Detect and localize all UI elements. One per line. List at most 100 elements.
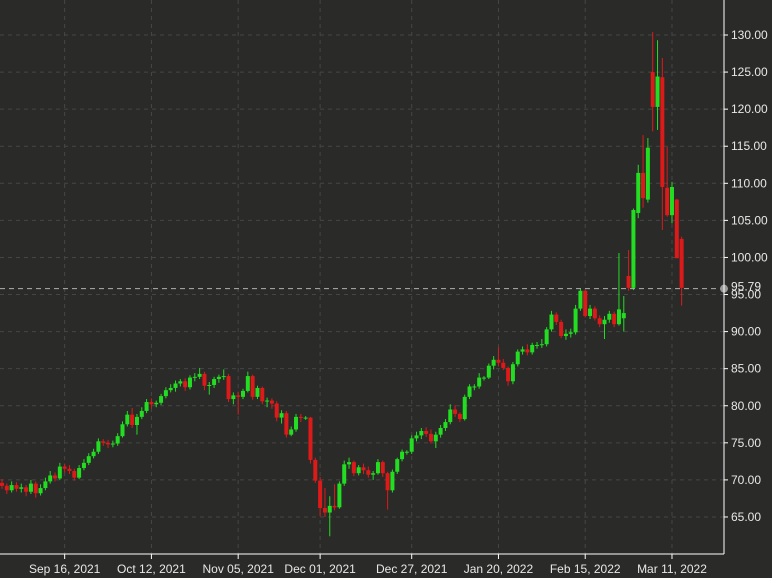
candle-body [28, 483, 33, 492]
candle-body [134, 416, 139, 426]
candle-body [183, 381, 188, 388]
candle-down [313, 457, 318, 483]
candle-body [559, 321, 564, 337]
candle-body [318, 480, 323, 509]
candle-body [236, 395, 241, 397]
x-tick-label: Sep 16, 2021 [29, 562, 101, 576]
candle-body [510, 364, 515, 382]
candle-body [332, 505, 337, 508]
candle-body [443, 422, 448, 428]
candle-body [472, 386, 477, 388]
candle-body [616, 309, 621, 325]
y-tick-label: 95.00 [731, 288, 761, 302]
candle-body [337, 483, 342, 508]
candle-body [226, 376, 231, 400]
y-tick-label: 130.00 [731, 28, 768, 42]
candle-body [506, 367, 511, 382]
candle-body [433, 434, 438, 442]
candle-body [0, 482, 4, 486]
candle-down [226, 373, 231, 403]
candle-body [115, 436, 120, 444]
y-tick-label: 125.00 [731, 65, 768, 79]
candle-body [77, 468, 82, 478]
x-tick-label: Nov 05, 2021 [202, 562, 274, 576]
y-tick-label: 70.00 [731, 473, 761, 487]
x-tick-label: Dec 01, 2021 [284, 562, 356, 576]
candle-body [602, 319, 607, 325]
candle-body [106, 442, 111, 445]
candle-body [641, 172, 646, 199]
candle-body [428, 433, 433, 442]
candle-body [409, 438, 414, 452]
candle-body [592, 308, 597, 319]
candle-body [178, 381, 183, 384]
candle-body [636, 172, 641, 213]
candle-body [568, 332, 573, 334]
candle-body [347, 462, 352, 465]
candle-body [588, 308, 593, 317]
candle-body [515, 351, 520, 365]
candle-body [303, 417, 308, 419]
candle-body [274, 403, 279, 418]
candle-body [645, 147, 650, 200]
candle-body [491, 359, 496, 366]
y-tick-label: 80.00 [731, 399, 761, 413]
candle-body [462, 396, 467, 420]
candle-body [375, 462, 380, 474]
candle-body [313, 459, 318, 481]
candle-body [187, 377, 192, 388]
candle-down [674, 198, 679, 259]
candle-body [400, 451, 405, 460]
y-tick-label: 115.00 [731, 139, 767, 153]
candle-body [245, 376, 250, 391]
candle-body [57, 466, 62, 479]
candle-body [216, 376, 221, 380]
candle-body [501, 362, 506, 368]
candle-body [241, 390, 245, 397]
candle-body [342, 464, 347, 484]
candle-body [125, 414, 130, 425]
candle-body [390, 471, 395, 491]
candle-body [43, 481, 48, 489]
y-tick-label: 75.00 [731, 436, 761, 450]
candle-body [453, 409, 458, 414]
candle-body [539, 344, 544, 346]
candle-body [173, 383, 178, 388]
candle-body [144, 402, 149, 411]
candle-body [520, 349, 525, 352]
candle-body [207, 384, 212, 386]
candle-up [342, 460, 347, 486]
candle-body [139, 410, 144, 417]
candle-body [265, 400, 270, 402]
candle-body [549, 314, 554, 330]
candle-body [96, 441, 101, 452]
candle-body [525, 349, 530, 353]
candle-body [665, 187, 670, 216]
candle-body [371, 473, 376, 475]
candle-body [298, 416, 303, 418]
y-tick-label: 90.00 [731, 325, 761, 339]
candle-body [101, 441, 106, 443]
candle-body [607, 313, 612, 320]
candle-body [14, 485, 19, 489]
candle-up [467, 384, 472, 400]
candle-up [337, 481, 342, 509]
candle-body [72, 471, 77, 478]
candle-up [573, 304, 578, 335]
candle-up [631, 208, 636, 291]
candle-body [631, 209, 636, 288]
candle-body [419, 430, 424, 436]
candle-body [212, 379, 217, 385]
candle-body [612, 313, 617, 325]
candle-body [482, 377, 486, 379]
x-tick-label: Oct 12, 2021 [117, 562, 186, 576]
candle-down [250, 374, 255, 400]
candle-up [645, 138, 650, 203]
candle-body [38, 488, 43, 494]
candle-body [674, 199, 679, 259]
candle-up [486, 363, 491, 380]
candle-body [583, 290, 588, 317]
candle-body [221, 376, 226, 378]
candle-body [250, 376, 255, 397]
x-tick-label: Dec 27, 2021 [376, 562, 448, 576]
